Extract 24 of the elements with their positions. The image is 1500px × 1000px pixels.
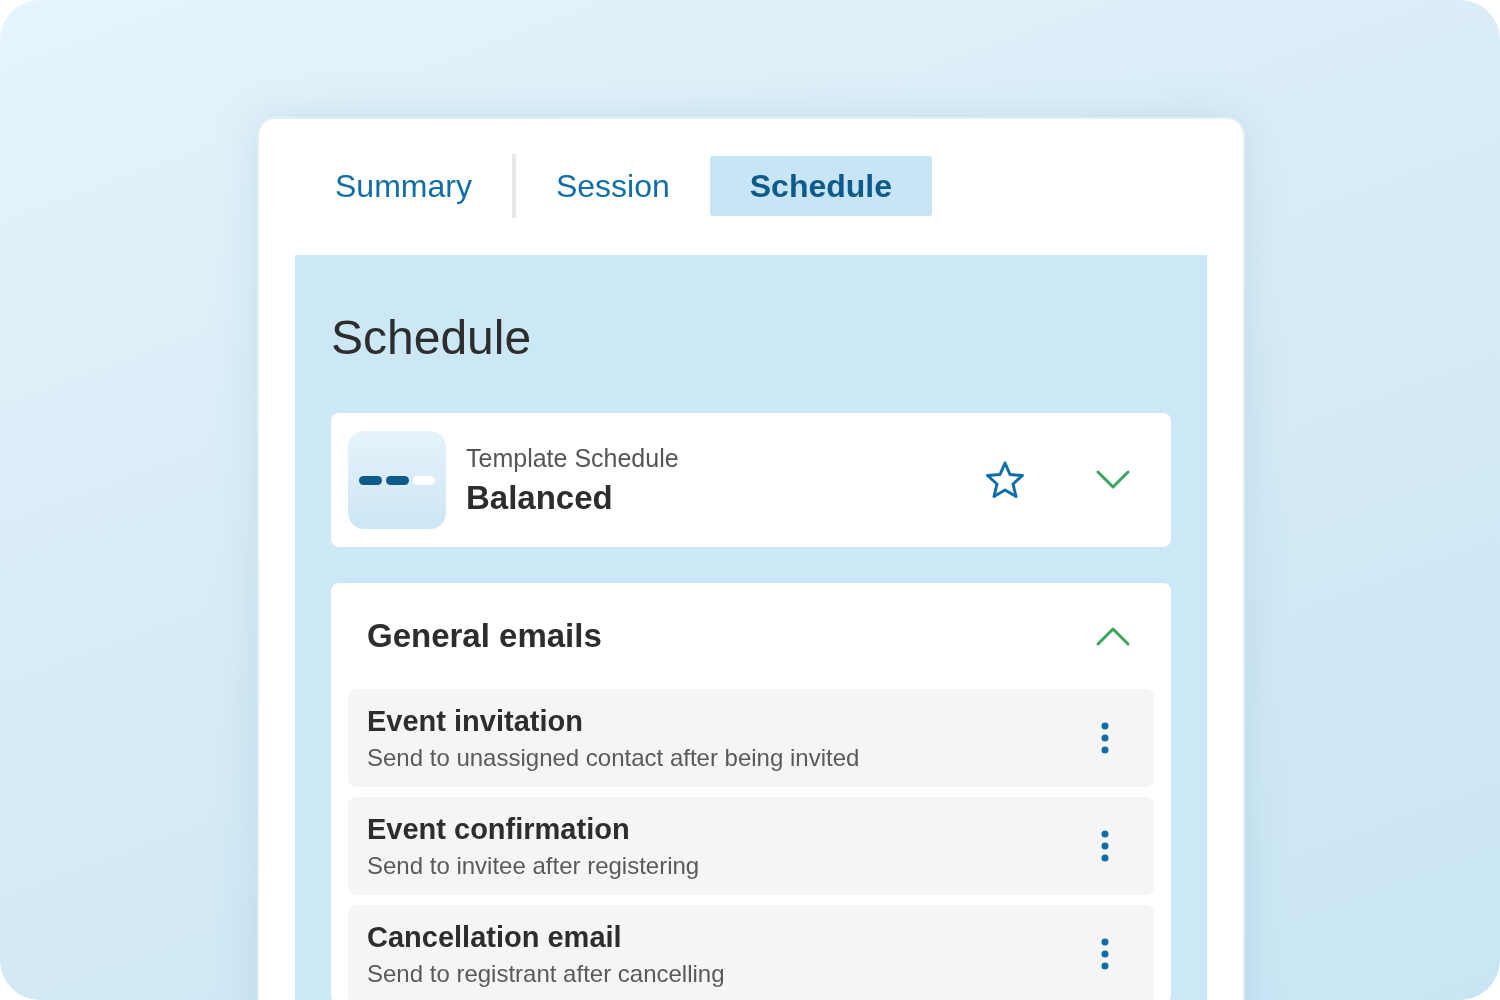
tab[interactable]: Summary (295, 156, 512, 216)
tab[interactable]: Session (515, 156, 710, 216)
email-description: Send to invitee after registering (367, 851, 701, 880)
star-icon[interactable] (985, 460, 1025, 500)
chevron-down-icon[interactable] (1095, 469, 1131, 491)
email-title: Event invitation (367, 704, 584, 738)
template-name: Balanced (466, 478, 614, 517)
more-options-icon[interactable] (1101, 830, 1109, 862)
email-title: Event confirmation (367, 812, 631, 846)
email-item[interactable]: Cancellation email Send to registrant after cancelling (348, 905, 1154, 1000)
email-item[interactable]: Event confirmation Send to invitee after registering (348, 797, 1154, 895)
panel-title: Schedule (331, 310, 533, 365)
chevron-up-icon[interactable] (1095, 625, 1131, 647)
section-title: General emails (367, 617, 602, 655)
template-label: Template Schedule (466, 443, 680, 473)
email-description: Send to unassigned contact after being invited (367, 743, 861, 772)
template-card[interactable]: Template Schedule Balanced (331, 413, 1171, 547)
tab[interactable]: Schedule (709, 156, 932, 216)
email-item[interactable]: Event invitation Send to unassigned contact after being invited (348, 689, 1154, 787)
email-title: Cancellation email (367, 920, 623, 954)
more-options-icon[interactable] (1101, 722, 1109, 754)
email-description: Send to registrant after cancelling (367, 959, 726, 988)
more-options-icon[interactable] (1101, 938, 1109, 970)
template-icon (348, 431, 446, 529)
